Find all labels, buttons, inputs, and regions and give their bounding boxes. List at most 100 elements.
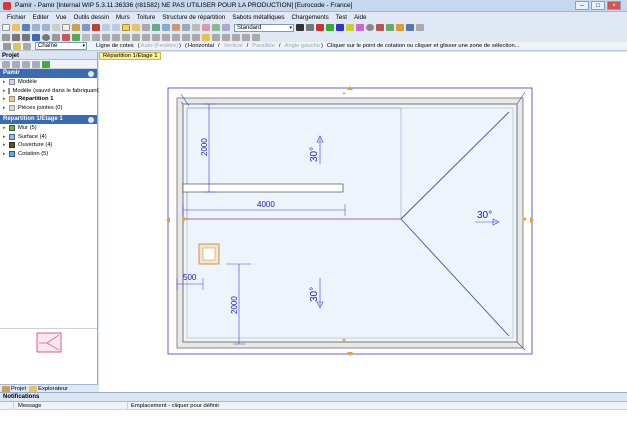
cut-icon[interactable] xyxy=(52,24,60,31)
truss-icon[interactable] xyxy=(182,24,190,31)
menu-aide[interactable]: Aide xyxy=(354,14,366,21)
text-tool-icon[interactable] xyxy=(82,34,90,41)
sabot-icon[interactable] xyxy=(376,24,384,31)
roof-icon[interactable] xyxy=(172,24,180,31)
polar-icon[interactable] xyxy=(222,34,230,41)
option-horizontal[interactable]: Horizontal xyxy=(188,43,214,49)
menu-murs[interactable]: Murs xyxy=(116,14,130,21)
rectangle-icon[interactable] xyxy=(32,34,40,41)
color-blue-icon[interactable] xyxy=(336,24,344,31)
layer-icon[interactable] xyxy=(152,24,160,31)
ortho-icon[interactable] xyxy=(212,34,220,41)
chamfer-icon[interactable] xyxy=(172,34,180,41)
menu-editer[interactable]: Editer xyxy=(33,14,49,21)
expand-icon[interactable]: ▸ xyxy=(3,141,7,150)
color-magenta-icon[interactable] xyxy=(356,24,364,31)
floor-plan[interactable]: 2000 4000 500 2000 30° 30° 30° xyxy=(99,52,627,392)
measure-icon[interactable] xyxy=(192,24,200,31)
properties-icon[interactable] xyxy=(252,34,260,41)
trim-icon[interactable] xyxy=(142,34,150,41)
delete-icon[interactable] xyxy=(92,24,100,31)
layer-item-surface[interactable]: ▸ Surface (4) xyxy=(0,133,97,142)
select-tool-icon[interactable] xyxy=(122,24,130,31)
more-tools-icon[interactable] xyxy=(416,24,424,31)
load-icon[interactable] xyxy=(386,24,394,31)
line-draw-icon[interactable] xyxy=(12,34,20,41)
check-icon[interactable] xyxy=(212,24,220,31)
pamir-section-header[interactable]: Pamir xyxy=(0,69,97,78)
menu-vue[interactable]: Vue xyxy=(56,14,67,21)
column-location[interactable]: Emplacement - cliquer pour définir xyxy=(128,402,219,409)
copy-tool-icon[interactable] xyxy=(122,34,130,41)
text-icon[interactable] xyxy=(202,24,210,31)
list-icon[interactable] xyxy=(32,60,40,68)
hatch-icon[interactable] xyxy=(72,34,80,41)
expand-icon[interactable]: ▸ xyxy=(3,87,6,96)
navigator-thumbnail[interactable] xyxy=(0,328,97,356)
explode-icon[interactable] xyxy=(182,34,190,41)
option-angle[interactable]: Angle gauche xyxy=(284,43,319,49)
minimize-icon[interactable]: – xyxy=(575,1,589,10)
tree-item-modele-sauve[interactable]: ▸ Modèle (sauvé dans le fabriquant) xyxy=(0,87,100,96)
rotate-icon[interactable] xyxy=(102,34,110,41)
line-icon[interactable] xyxy=(306,24,314,31)
menu-toiture[interactable]: Toiture xyxy=(137,14,156,21)
filter-icon[interactable] xyxy=(22,60,30,68)
expand-icon[interactable]: ▸ xyxy=(3,78,7,87)
line-type-select[interactable]: Chaîne ▾ xyxy=(35,42,87,50)
option-parallel[interactable]: Parallèle xyxy=(252,43,275,49)
layer-item-mur[interactable]: ▸ Mur (5) xyxy=(0,124,97,133)
tree-item-pieces-jointes[interactable]: ▸ Pièces jointes (0) xyxy=(0,104,97,113)
menu-sabots[interactable]: Sabots métalliques xyxy=(232,14,284,21)
layer-item-cotation[interactable]: ▸ Cotation (5) xyxy=(0,150,97,159)
grip-top-small[interactable] xyxy=(342,92,346,94)
undo-icon[interactable] xyxy=(32,24,40,31)
offset-icon[interactable] xyxy=(132,34,140,41)
camera-icon[interactable] xyxy=(406,24,414,31)
open-folder-icon[interactable] xyxy=(12,24,20,31)
color-green-icon[interactable] xyxy=(326,24,334,31)
view-3d-icon[interactable] xyxy=(162,24,170,31)
menu-fichier[interactable]: Fichier xyxy=(7,14,26,21)
style-select[interactable]: Standard ▾ xyxy=(234,23,294,32)
grip-right-small[interactable] xyxy=(524,217,527,221)
move-icon[interactable] xyxy=(112,34,120,41)
sort-icon[interactable] xyxy=(2,60,10,68)
expand-icon[interactable]: ▸ xyxy=(3,95,7,104)
layer-tool-icon[interactable] xyxy=(242,34,250,41)
save-icon[interactable] xyxy=(22,24,30,31)
join-icon[interactable] xyxy=(192,34,200,41)
option-vertical[interactable]: Vertical xyxy=(224,43,243,49)
layer-item-ouverture[interactable]: ▸ Ouverture (4) xyxy=(0,141,97,150)
close-icon[interactable]: × xyxy=(607,1,621,10)
pen-icon[interactable] xyxy=(296,24,304,31)
snap-icon[interactable] xyxy=(202,34,210,41)
cursor-icon[interactable] xyxy=(3,42,11,50)
sun-icon[interactable] xyxy=(396,24,404,31)
wall-tool-icon[interactable] xyxy=(132,24,140,31)
tree-item-modele[interactable]: ▸ Modèle xyxy=(0,78,97,87)
zoom-in-icon[interactable] xyxy=(102,24,110,31)
single-mode-icon[interactable] xyxy=(23,42,31,50)
paste-icon[interactable] xyxy=(72,24,80,31)
osnap-icon[interactable] xyxy=(232,34,240,41)
menu-outils-dessin[interactable]: Outils dessin xyxy=(74,14,109,21)
extend-icon[interactable] xyxy=(152,34,160,41)
sphere-icon[interactable] xyxy=(366,24,374,31)
menu-structure[interactable]: Structure de répartition xyxy=(162,14,225,21)
drawing-canvas[interactable]: Répartition 1/Etage 1 2000 4000 500 2000… xyxy=(99,52,627,392)
repartition-section-header[interactable]: Répartition 1/Etage 1 xyxy=(0,115,97,124)
settings-icon[interactable] xyxy=(222,24,230,31)
arc-icon[interactable] xyxy=(52,34,60,41)
circle-icon[interactable] xyxy=(42,34,50,41)
collapse-icon[interactable] xyxy=(88,116,94,123)
expand-icon[interactable]: ▸ xyxy=(3,133,7,142)
option-auto[interactable]: Auto (Fenêtre) xyxy=(141,43,178,49)
print-icon[interactable] xyxy=(82,24,90,31)
color-red-icon[interactable] xyxy=(316,24,324,31)
maximize-icon[interactable]: □ xyxy=(591,1,605,10)
color-yellow-icon[interactable] xyxy=(346,24,354,31)
mirror-icon[interactable] xyxy=(92,34,100,41)
tree-item-repartition[interactable]: ▸ Répartition 1 xyxy=(0,95,97,104)
polyline-icon[interactable] xyxy=(22,34,30,41)
